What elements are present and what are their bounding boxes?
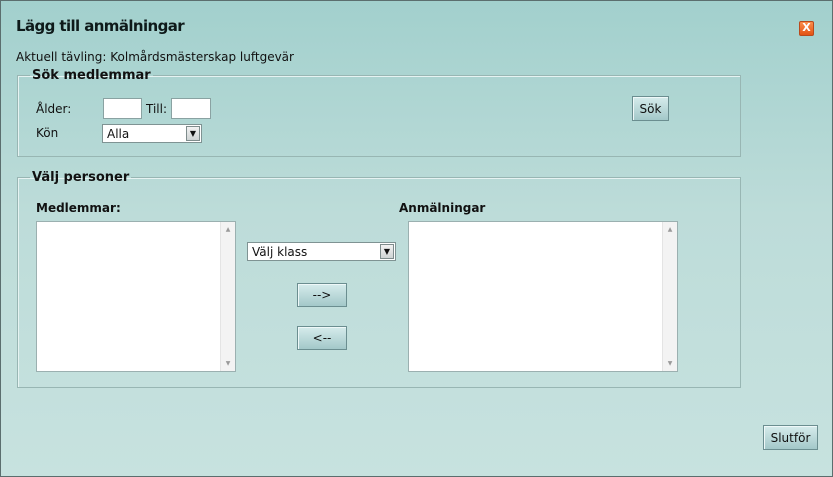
- members-list[interactable]: ▲ ▼: [36, 221, 236, 372]
- age-from-input[interactable]: [103, 98, 142, 119]
- current-competition-label: Aktuell tävling: Kolmårdsmästerskap luft…: [16, 50, 294, 64]
- class-select[interactable]: Välj klass ▼: [247, 242, 396, 261]
- scroll-up-icon[interactable]: ▲: [221, 226, 235, 233]
- add-to-registrations-button[interactable]: -->: [297, 283, 347, 307]
- members-scrollbar[interactable]: ▲ ▼: [220, 222, 235, 371]
- registrations-scrollbar[interactable]: ▲ ▼: [662, 222, 677, 371]
- close-icon: X: [802, 21, 811, 34]
- gender-label: Kön: [36, 126, 59, 140]
- age-to-label: Till:: [146, 102, 168, 116]
- registrations-label: Anmälningar: [399, 201, 486, 215]
- choose-persons-legend: Välj personer: [32, 170, 130, 185]
- class-selected-value: Välj klass: [252, 245, 308, 259]
- scroll-up-icon[interactable]: ▲: [663, 226, 677, 233]
- scroll-down-icon[interactable]: ▼: [221, 360, 235, 367]
- remove-from-registrations-button[interactable]: <--: [297, 326, 347, 350]
- close-button[interactable]: X: [799, 21, 814, 36]
- scroll-down-icon[interactable]: ▼: [663, 360, 677, 367]
- chevron-down-icon: ▼: [186, 126, 200, 141]
- gender-selected-value: Alla: [107, 127, 130, 141]
- members-label: Medlemmar:: [36, 201, 121, 215]
- registrations-list[interactable]: ▲ ▼: [408, 221, 678, 372]
- finish-button[interactable]: Slutför: [763, 425, 818, 450]
- add-registrations-dialog: Lägg till anmälningar X Aktuell tävling:…: [0, 0, 833, 477]
- search-members-legend: Sök medlemmar: [32, 68, 151, 83]
- age-to-input[interactable]: [171, 98, 211, 119]
- search-button[interactable]: Sök: [632, 96, 669, 121]
- dialog-title: Lägg till anmälningar: [16, 17, 185, 35]
- gender-select[interactable]: Alla ▼: [102, 124, 202, 143]
- age-label: Ålder:: [36, 102, 72, 116]
- chevron-down-icon: ▼: [380, 244, 394, 259]
